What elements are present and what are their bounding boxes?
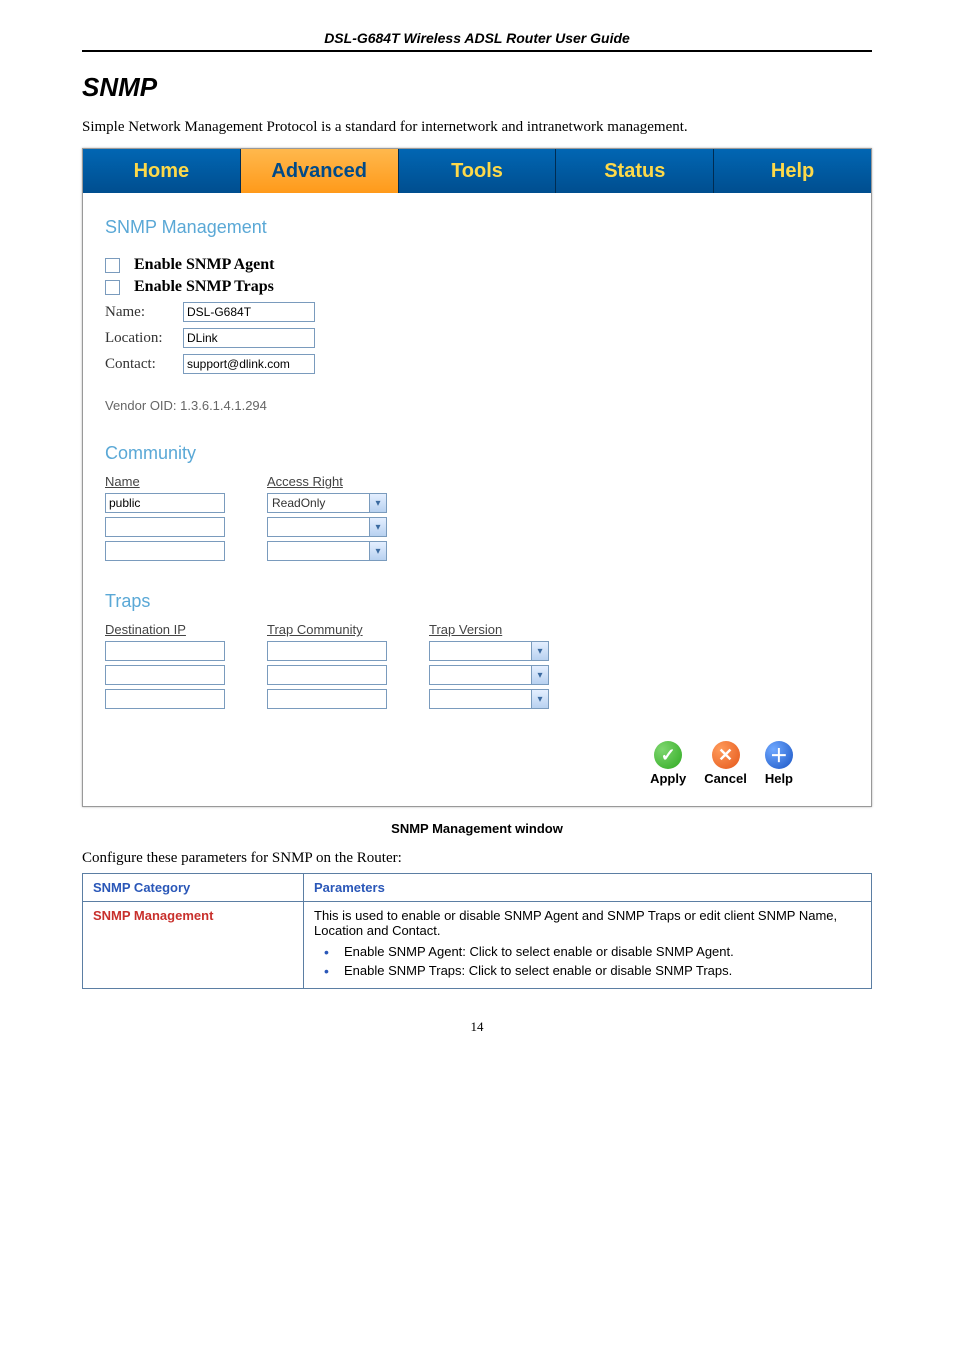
community-access-1[interactable]: ▾: [267, 517, 387, 537]
trap-version-0[interactable]: ▾: [429, 641, 549, 661]
chevron-down-icon: ▾: [369, 518, 386, 536]
doc-header: DSL-G684T Wireless ADSL Router User Guid…: [82, 30, 872, 52]
parameters-table: SNMP Category Parameters SNMP Management…: [82, 873, 872, 989]
traps-dest-header: Destination IP: [105, 622, 225, 637]
trap-version-2[interactable]: ▾: [429, 689, 549, 709]
tab-bar: Home Advanced Tools Status Help: [83, 149, 871, 193]
table-category-cell: SNMP Management: [83, 902, 304, 989]
chevron-down-icon: ▾: [531, 666, 548, 684]
traps-version-header: Trap Version: [429, 622, 549, 637]
snmp-mgmt-heading: SNMP Management: [105, 217, 849, 238]
name-input[interactable]: [183, 302, 315, 322]
tab-help[interactable]: Help: [714, 149, 871, 193]
traps-community-header: Trap Community: [267, 622, 387, 637]
traps-heading: Traps: [105, 591, 849, 612]
chevron-down-icon: ▾: [531, 642, 548, 660]
page-number: 14: [82, 1019, 872, 1035]
enable-snmp-traps-label: Enable SNMP Traps: [134, 278, 274, 296]
trap-community-0[interactable]: [267, 641, 387, 661]
trap-version-1[interactable]: ▾: [429, 665, 549, 685]
trap-dest-0[interactable]: [105, 641, 225, 661]
name-label: Name:: [105, 304, 183, 321]
figure-caption: SNMP Management window: [82, 821, 872, 836]
help-label: Help: [765, 771, 793, 786]
community-heading: Community: [105, 443, 849, 464]
cancel-icon: ✕: [712, 741, 740, 769]
apply-icon: ✓: [654, 741, 682, 769]
chevron-down-icon: ▾: [369, 542, 386, 560]
trap-dest-2[interactable]: [105, 689, 225, 709]
trap-dest-1[interactable]: [105, 665, 225, 685]
bullet-2: Enable SNMP Traps: Click to select enabl…: [314, 963, 861, 978]
location-input[interactable]: [183, 328, 315, 348]
help-button[interactable]: ＋ Help: [765, 741, 793, 786]
chevron-down-icon: ▾: [369, 494, 386, 512]
enable-snmp-agent-checkbox[interactable]: [105, 258, 120, 273]
apply-button[interactable]: ✓ Apply: [650, 741, 686, 786]
intro-text: Simple Network Management Protocol is a …: [82, 119, 872, 136]
configure-line: Configure these parameters for SNMP on t…: [82, 850, 872, 867]
cancel-button[interactable]: ✕ Cancel: [704, 741, 747, 786]
bullet-1: Enable SNMP Agent: Click to select enabl…: [314, 944, 861, 959]
table-header-category: SNMP Category: [83, 874, 304, 902]
contact-label: Contact:: [105, 356, 183, 373]
table-header-params: Parameters: [304, 874, 872, 902]
trap-community-2[interactable]: [267, 689, 387, 709]
tab-advanced[interactable]: Advanced: [241, 149, 399, 193]
community-access-header: Access Right: [267, 474, 387, 489]
tab-status[interactable]: Status: [556, 149, 714, 193]
help-icon: ＋: [765, 741, 793, 769]
community-name-1[interactable]: [105, 517, 225, 537]
community-access-0-value: ReadOnly: [272, 496, 369, 510]
tab-tools[interactable]: Tools: [399, 149, 557, 193]
tab-home[interactable]: Home: [83, 149, 241, 193]
contact-input[interactable]: [183, 354, 315, 374]
enable-snmp-agent-label: Enable SNMP Agent: [134, 256, 274, 274]
community-name-0[interactable]: [105, 493, 225, 513]
trap-community-1[interactable]: [267, 665, 387, 685]
vendor-oid: Vendor OID: 1.3.6.1.4.1.294: [105, 398, 849, 413]
section-title: SNMP: [82, 72, 872, 103]
location-label: Location:: [105, 330, 183, 347]
enable-snmp-traps-checkbox[interactable]: [105, 280, 120, 295]
table-desc: This is used to enable or disable SNMP A…: [314, 908, 837, 938]
community-name-header: Name: [105, 474, 225, 489]
community-access-0[interactable]: ReadOnly ▾: [267, 493, 387, 513]
table-params-cell: This is used to enable or disable SNMP A…: [304, 902, 872, 989]
apply-label: Apply: [650, 771, 686, 786]
cancel-label: Cancel: [704, 771, 747, 786]
community-access-2[interactable]: ▾: [267, 541, 387, 561]
chevron-down-icon: ▾: [531, 690, 548, 708]
snmp-window: Home Advanced Tools Status Help SNMP Man…: [82, 148, 872, 807]
community-name-2[interactable]: [105, 541, 225, 561]
